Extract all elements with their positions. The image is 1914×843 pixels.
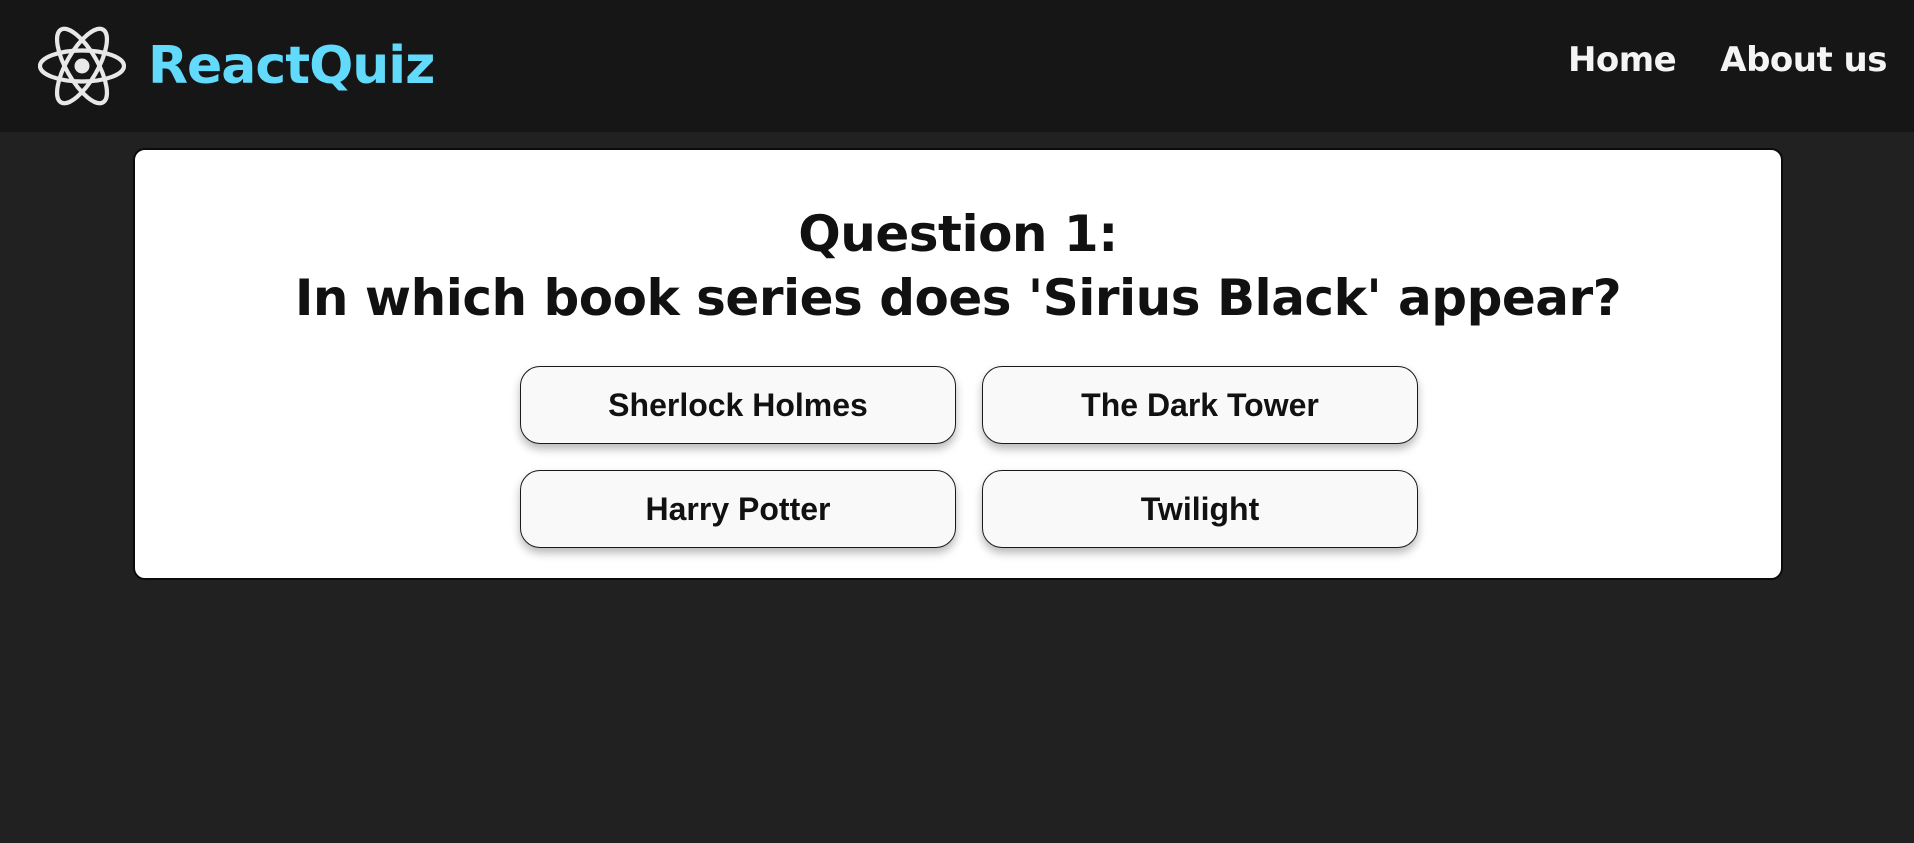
brand-name: ReactQuiz bbox=[148, 36, 435, 96]
main-nav: Home About us bbox=[1568, 40, 1888, 80]
nav-link-home[interactable]: Home bbox=[1568, 40, 1677, 80]
answer-button-twilight[interactable]: Twilight bbox=[982, 470, 1418, 548]
react-atom-icon bbox=[38, 26, 126, 106]
question-text: In which book series does 'Sirius Black'… bbox=[294, 269, 1622, 327]
question-number: Question 1: bbox=[798, 205, 1118, 263]
answer-button-sherlock-holmes[interactable]: Sherlock Holmes bbox=[520, 366, 956, 444]
answer-button-harry-potter[interactable]: Harry Potter bbox=[520, 470, 956, 548]
answer-button-the-dark-tower[interactable]: The Dark Tower bbox=[982, 366, 1418, 444]
brand-link[interactable]: ReactQuiz bbox=[38, 24, 435, 108]
quiz-card: Question 1: In which book series does 'S… bbox=[133, 148, 1783, 580]
nav-link-about-us[interactable]: About us bbox=[1720, 40, 1887, 80]
top-navbar: ReactQuiz Home About us bbox=[0, 0, 1914, 132]
